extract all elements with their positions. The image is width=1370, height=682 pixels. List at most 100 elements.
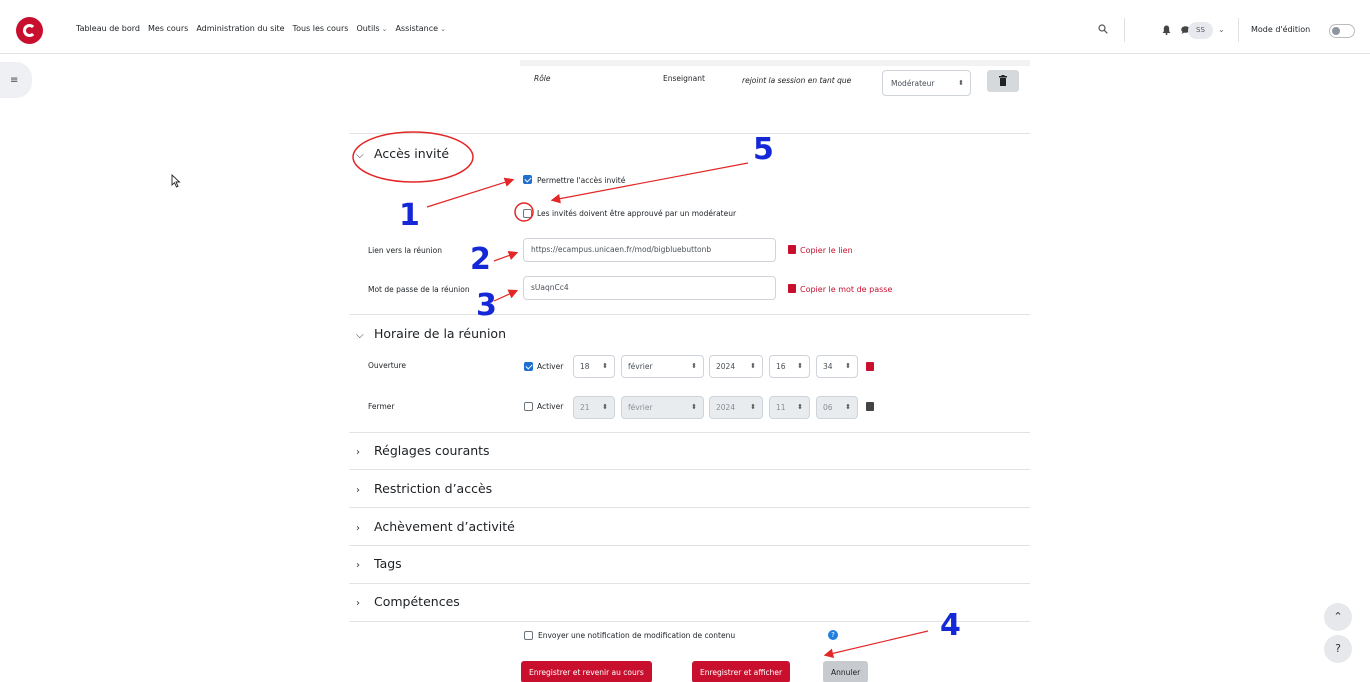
edit-mode-label: Mode d'édition (1251, 25, 1311, 34)
select-arrow-icon: ⬍ (958, 79, 964, 87)
opening-hour-value: 16 (776, 362, 786, 371)
delete-participant-button[interactable] (987, 70, 1019, 92)
calendar-icon[interactable] (866, 402, 874, 411)
meeting-link-field[interactable]: https://ecampus.unicaen.fr/mod/bigbluebu… (523, 238, 776, 262)
help-button[interactable]: ? (1324, 635, 1352, 663)
chevron-right-icon: › (356, 598, 360, 609)
closing-label: Fermer (368, 402, 395, 411)
divider (349, 583, 1030, 584)
site-logo[interactable] (16, 17, 43, 44)
select-arrow-icon: ⬍ (797, 403, 803, 411)
chevron-right-icon: › (356, 560, 360, 571)
divider (349, 314, 1030, 315)
user-avatar[interactable]: SS (1188, 22, 1213, 39)
section-competencies-title: Compétences (374, 594, 460, 609)
section-activity-completion-title: Achèvement d’activité (374, 519, 515, 534)
copy-password-label: Copier le mot de passe (800, 285, 893, 294)
mouse-cursor-icon (171, 174, 181, 188)
divider (349, 432, 1030, 433)
search-icon[interactable] (1098, 24, 1108, 34)
chevron-down-icon: ⌵ (356, 330, 364, 341)
edit-mode-toggle[interactable] (1329, 24, 1355, 38)
chevron-up-icon: ⌃ (1333, 610, 1343, 623)
section-schedule[interactable]: ⌵ Horaire de la réunion (356, 326, 506, 341)
copy-link-button[interactable]: Copier le lien (788, 245, 853, 255)
role-row-band (520, 60, 1030, 66)
closing-year-select: 2024 ⬍ (709, 396, 763, 419)
closing-day-value: 21 (580, 403, 590, 412)
role-select[interactable]: Modérateur ⬍ (882, 70, 971, 96)
chevron-down-icon[interactable]: ⌄ (1218, 25, 1225, 34)
divider (349, 133, 1030, 134)
opening-year-select[interactable]: 2024 ⬍ (709, 355, 763, 378)
annotation-arrow (426, 177, 515, 208)
role-column-header: Rôle (534, 74, 551, 83)
top-navbar: Tableau de bord Mes cours Administration… (0, 0, 1370, 54)
help-icon[interactable]: ? (828, 630, 838, 640)
closing-month-select: février ⬍ (621, 396, 704, 419)
nav-assistance-label: Assistance (395, 24, 439, 33)
allow-guest-label: Permettre l'accès invité (537, 176, 626, 185)
nav-tools[interactable]: Outils ⌄ (356, 24, 387, 33)
opening-month-select[interactable]: février ⬍ (621, 355, 704, 378)
save-and-display-button[interactable]: Enregistrer et afficher (692, 661, 791, 682)
closing-enable-checkbox[interactable] (524, 402, 533, 411)
select-arrow-icon: ⬍ (602, 362, 608, 370)
section-common-settings[interactable]: › Réglages courants (356, 443, 490, 458)
role-value: Enseignant (663, 74, 705, 83)
nav-my-courses[interactable]: Mes cours (148, 24, 188, 33)
closing-hour-value: 11 (776, 403, 786, 412)
select-arrow-icon: ⬍ (750, 362, 756, 370)
closing-day-select: 21 ⬍ (573, 396, 615, 419)
opening-enable-checkbox[interactable] (524, 362, 533, 371)
opening-hour-select[interactable]: 16 ⬍ (769, 355, 810, 378)
select-arrow-icon: ⬍ (691, 403, 697, 411)
chevron-down-icon: ⌵ (356, 150, 364, 161)
select-arrow-icon: ⬍ (691, 362, 697, 370)
calendar-icon[interactable] (866, 362, 874, 371)
annotation-number: 4 (940, 608, 961, 643)
section-tags[interactable]: › Tags (356, 556, 402, 571)
copy-icon (788, 245, 796, 254)
cancel-button[interactable]: Annuler (823, 661, 869, 682)
role-select-value: Modérateur (891, 79, 935, 88)
opening-minute-select[interactable]: 34 ⬍ (816, 355, 858, 378)
nav-site-admin[interactable]: Administration du site (196, 24, 284, 33)
notification-bell-icon[interactable] (1162, 25, 1171, 35)
save-and-return-button[interactable]: Enregistrer et revenir au cours (521, 661, 652, 682)
allow-guest-checkbox[interactable] (523, 175, 532, 184)
select-arrow-icon: ⬍ (602, 403, 608, 411)
annotation-number: 2 (470, 242, 491, 277)
opening-day-select[interactable]: 18 ⬍ (573, 355, 615, 378)
section-access-restriction[interactable]: › Restriction d’accès (356, 481, 492, 496)
meeting-password-label: Mot de passe de la réunion (368, 285, 470, 294)
guest-approval-checkbox[interactable] (523, 209, 532, 218)
list-icon: ≡ (10, 75, 19, 86)
section-access-restriction-title: Restriction d’accès (374, 481, 493, 496)
course-index-drawer-button[interactable]: ≡ (0, 62, 32, 98)
section-activity-completion[interactable]: › Achèvement d’activité (356, 519, 515, 534)
opening-minute-value: 34 (823, 362, 833, 371)
copy-password-button[interactable]: Copier le mot de passe (788, 284, 892, 294)
annotation-arrow (823, 630, 929, 659)
select-arrow-icon: ⬍ (845, 362, 851, 370)
meeting-link-label: Lien vers la réunion (368, 246, 442, 255)
guest-approval-label: Les invités doivent être approuvé par un… (537, 209, 737, 218)
opening-year-value: 2024 (716, 362, 736, 371)
nav-tools-label: Outils (356, 24, 380, 33)
back-to-top-button[interactable]: ⌃ (1324, 603, 1352, 631)
notify-checkbox[interactable] (524, 631, 533, 640)
opening-label: Ouverture (368, 361, 407, 370)
chevron-right-icon: › (356, 523, 360, 534)
nav-assistance[interactable]: Assistance ⌄ (395, 24, 446, 33)
divider (349, 507, 1030, 508)
joins-as-text: rejoint la session en tant que (742, 76, 852, 85)
section-schedule-title: Horaire de la réunion (374, 326, 506, 341)
section-competencies[interactable]: › Compétences (356, 594, 460, 609)
nav-all-courses[interactable]: Tous les cours (293, 24, 349, 33)
copy-icon (788, 284, 796, 293)
meeting-password-field[interactable]: sUaqnCc4 (523, 276, 776, 300)
section-guest-access-title: Accès invité (374, 146, 450, 161)
nav-dashboard[interactable]: Tableau de bord (76, 24, 140, 33)
section-guest-access[interactable]: ⌵ Accès invité (356, 146, 449, 161)
